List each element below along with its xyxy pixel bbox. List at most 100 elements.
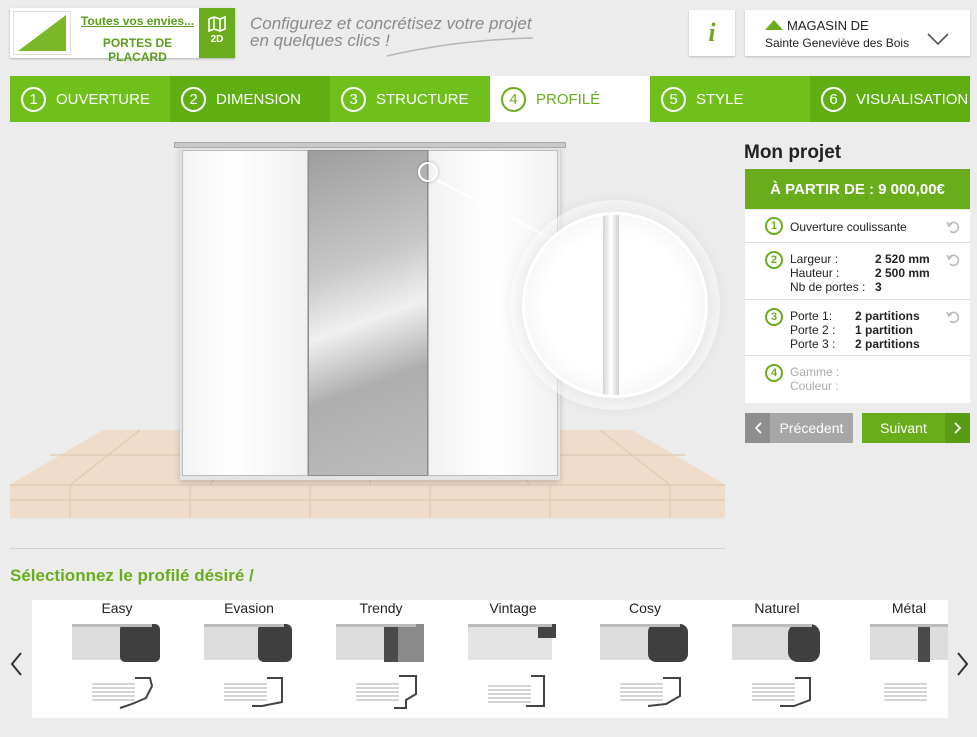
view-2d-label: 2D <box>210 34 224 45</box>
step-number: 6 <box>821 86 846 112</box>
step-label: STYLE <box>696 90 744 108</box>
largeur-label: Largeur : <box>790 252 839 266</box>
steps-nav: 1 OUVERTURE 2 DIMENSION 3 STRUCTURE 4 PR… <box>10 76 970 122</box>
step-style[interactable]: 5 STYLE <box>650 76 810 122</box>
porte1-label: Porte 1: <box>790 309 833 323</box>
step-label: VISUALISATION <box>856 90 969 108</box>
profile-section-image <box>224 677 283 707</box>
step-label: PROFILÉ <box>536 90 601 108</box>
profile-name: Trendy <box>359 600 403 616</box>
profile-selector-title: Sélectionnez le profilé désiré / <box>10 566 254 585</box>
chevron-left-icon <box>745 413 770 443</box>
summary-dimension: 2 Largeur : 2 520 mm Hauteur : 2 500 mm … <box>745 243 970 300</box>
summary-step-number: 1 <box>765 217 783 235</box>
summary-profile: 4 Gamme : Couleur : <box>745 356 970 403</box>
brand-block[interactable]: Toutes vos envies... PORTES DE PLACARD 2… <box>10 8 235 64</box>
profile-item-evasion[interactable]: Evasion <box>194 600 304 718</box>
profile-front-image <box>72 624 160 662</box>
previous-button[interactable]: Précedent <box>745 413 853 443</box>
profile-front-image <box>732 624 820 662</box>
step-dimension[interactable]: 2 DIMENSION <box>170 76 330 122</box>
step-ouverture[interactable]: 1 OUVERTURE <box>10 76 170 122</box>
carousel-prev-icon[interactable] <box>9 651 23 677</box>
brand-product: PORTES DE PLACARD <box>102 36 173 64</box>
profile-zoom-lens <box>522 212 708 398</box>
profile-front-image <box>468 624 556 660</box>
swoosh-decoration <box>386 37 534 57</box>
couleur-label: Couleur : <box>790 379 839 393</box>
gamme-label: Gamme : <box>790 365 840 379</box>
store-selector[interactable]: MAGASIN DE Sainte Geneviève des Bois <box>745 10 970 56</box>
profile-section-image <box>488 675 545 707</box>
hauteur-label: Hauteur : <box>790 266 840 280</box>
step-label: STRUCTURE <box>376 90 469 108</box>
profile-section-image <box>620 677 681 707</box>
info-icon: i <box>708 18 716 47</box>
zoom-marker-icon[interactable] <box>418 162 438 182</box>
view-2d-button[interactable]: 2D <box>199 8 235 58</box>
store-label: MAGASIN DE <box>787 18 869 33</box>
chevron-down-icon[interactable] <box>927 32 949 46</box>
porte2-value: 1 partition <box>855 323 914 337</box>
portes-value: 3 <box>875 280 882 294</box>
step-profile[interactable]: 4 PROFILÉ <box>490 76 650 122</box>
store-name: Sainte Geneviève des Bois <box>765 36 910 50</box>
step-number: 1 <box>21 86 46 112</box>
project-summary: 1 Ouverture coulissante 2 Largeur : 2 52… <box>745 210 970 403</box>
previous-label: Précedent <box>779 420 844 436</box>
undo-icon[interactable] <box>946 253 960 267</box>
wardrobe-preview <box>10 130 725 550</box>
header: Toutes vos envies... PORTES DE PLACARD 2… <box>0 0 977 70</box>
profile-name: Evasion <box>224 600 274 616</box>
porte3-value: 2 partitions <box>855 337 920 351</box>
summary-ouverture: 1 Ouverture coulissante <box>745 210 970 243</box>
step-number: 3 <box>341 86 366 112</box>
price-banner: À PARTIR DE : 9 000,00€ <box>745 169 970 209</box>
step-label: OUVERTURE <box>56 90 150 108</box>
profile-name: Vintage <box>489 600 537 616</box>
profile-item-easy[interactable]: Easy <box>62 600 172 718</box>
profile-item-vintage[interactable]: Vintage <box>458 600 568 718</box>
largeur-value: 2 520 mm <box>875 252 930 266</box>
undo-icon[interactable] <box>946 310 960 324</box>
profile-item-trendy[interactable]: Trendy <box>326 600 436 718</box>
portes-label: Nb de portes : <box>790 280 866 294</box>
summary-structure: 3 Porte 1: 2 partitions Porte 2 : 1 part… <box>745 300 970 356</box>
profile-item-cosy[interactable]: Cosy <box>590 600 700 718</box>
step-label: DIMENSION <box>216 90 302 108</box>
porte2-label: Porte 2 : <box>790 323 836 337</box>
step-visualisation[interactable]: 6 VISUALISATION <box>810 76 970 122</box>
profile-name: Cosy <box>629 600 661 616</box>
summary-step-number: 3 <box>765 308 783 326</box>
store-triangle-icon <box>765 20 783 30</box>
carousel-next-icon[interactable] <box>956 651 970 677</box>
profile-front-image <box>204 624 292 662</box>
step-structure[interactable]: 3 STRUCTURE <box>330 76 490 122</box>
profile-item-metal[interactable]: Métal <box>854 600 948 718</box>
hauteur-value: 2 500 mm <box>875 266 930 280</box>
undo-icon[interactable] <box>946 220 960 234</box>
profile-section-image <box>884 683 927 701</box>
profile-item-naturel[interactable]: Naturel <box>722 600 832 718</box>
profile-section-image <box>752 677 811 707</box>
project-title: Mon projet <box>744 142 842 163</box>
map-icon <box>208 16 226 32</box>
porte3-label: Porte 3 : <box>790 337 836 351</box>
info-button[interactable]: i <box>689 10 735 56</box>
profile-name: Easy <box>101 600 133 616</box>
summary-step-number: 2 <box>765 251 783 269</box>
profile-front-image <box>336 624 424 662</box>
summary-ouverture-text: Ouverture coulissante <box>790 220 907 234</box>
porte1-value: 2 partitions <box>855 309 920 323</box>
tagline-line1: Configurez et concrétisez votre projet <box>250 14 532 33</box>
profile-section-image <box>92 677 154 709</box>
profile-carousel: Easy Evasion Trendy Vintage Cosy Naturel… <box>32 600 948 718</box>
profile-section-image <box>356 675 417 709</box>
profile-front-image <box>600 624 688 662</box>
leroy-merlin-logo <box>13 11 71 55</box>
step-number: 2 <box>181 86 206 112</box>
profile-name: Naturel <box>754 600 800 616</box>
brand-tagline[interactable]: Toutes vos envies... <box>74 14 201 28</box>
next-button[interactable]: Suivant <box>862 413 970 443</box>
step-number: 4 <box>501 86 526 112</box>
